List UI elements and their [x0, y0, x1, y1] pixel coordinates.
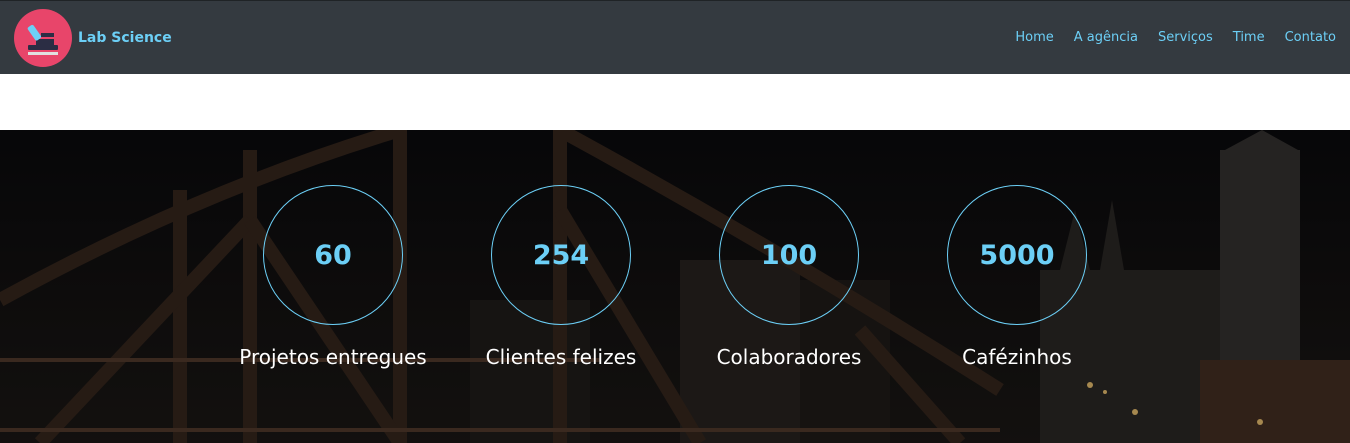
navbar: Lab Science Home A agência Serviços Time…	[0, 0, 1350, 74]
microscope-icon	[14, 8, 72, 67]
brand-link[interactable]: Lab Science	[14, 8, 172, 67]
stat-circle: 5000	[947, 185, 1087, 325]
stat-label: Cafézinhos	[962, 345, 1072, 369]
nav-link-home[interactable]: Home	[1015, 30, 1053, 45]
nav-menu: Home A agência Serviços Time Contato	[995, 30, 1336, 45]
nav-link-contato[interactable]: Contato	[1285, 30, 1336, 45]
stat-projetos: 60 Projetos entregues	[213, 185, 453, 369]
stat-colaboradores: 100 Colaboradores	[669, 185, 909, 369]
nav-link-agencia[interactable]: A agência	[1074, 30, 1138, 45]
stat-label: Colaboradores	[716, 345, 862, 369]
stat-cafezinhos: 5000 Cafézinhos	[897, 185, 1137, 369]
nav-link-servicos[interactable]: Serviços	[1158, 30, 1213, 45]
stat-clientes: 254 Clientes felizes	[441, 185, 681, 369]
white-spacer	[0, 74, 1350, 130]
stat-value: 254	[532, 239, 590, 271]
stats-section: 60 Projetos entregues 254 Clientes feliz…	[0, 130, 1350, 443]
stat-value: 100	[760, 239, 818, 271]
stat-value: 5000	[979, 239, 1055, 271]
stat-label: Clientes felizes	[485, 345, 637, 369]
brand-name: Lab Science	[78, 29, 172, 46]
stat-circle: 254	[491, 185, 631, 325]
stat-value: 60	[314, 239, 352, 271]
stat-circle: 100	[719, 185, 859, 325]
nav-link-time[interactable]: Time	[1233, 30, 1265, 45]
stat-circle: 60	[263, 185, 403, 325]
stat-label: Projetos entregues	[239, 345, 427, 369]
